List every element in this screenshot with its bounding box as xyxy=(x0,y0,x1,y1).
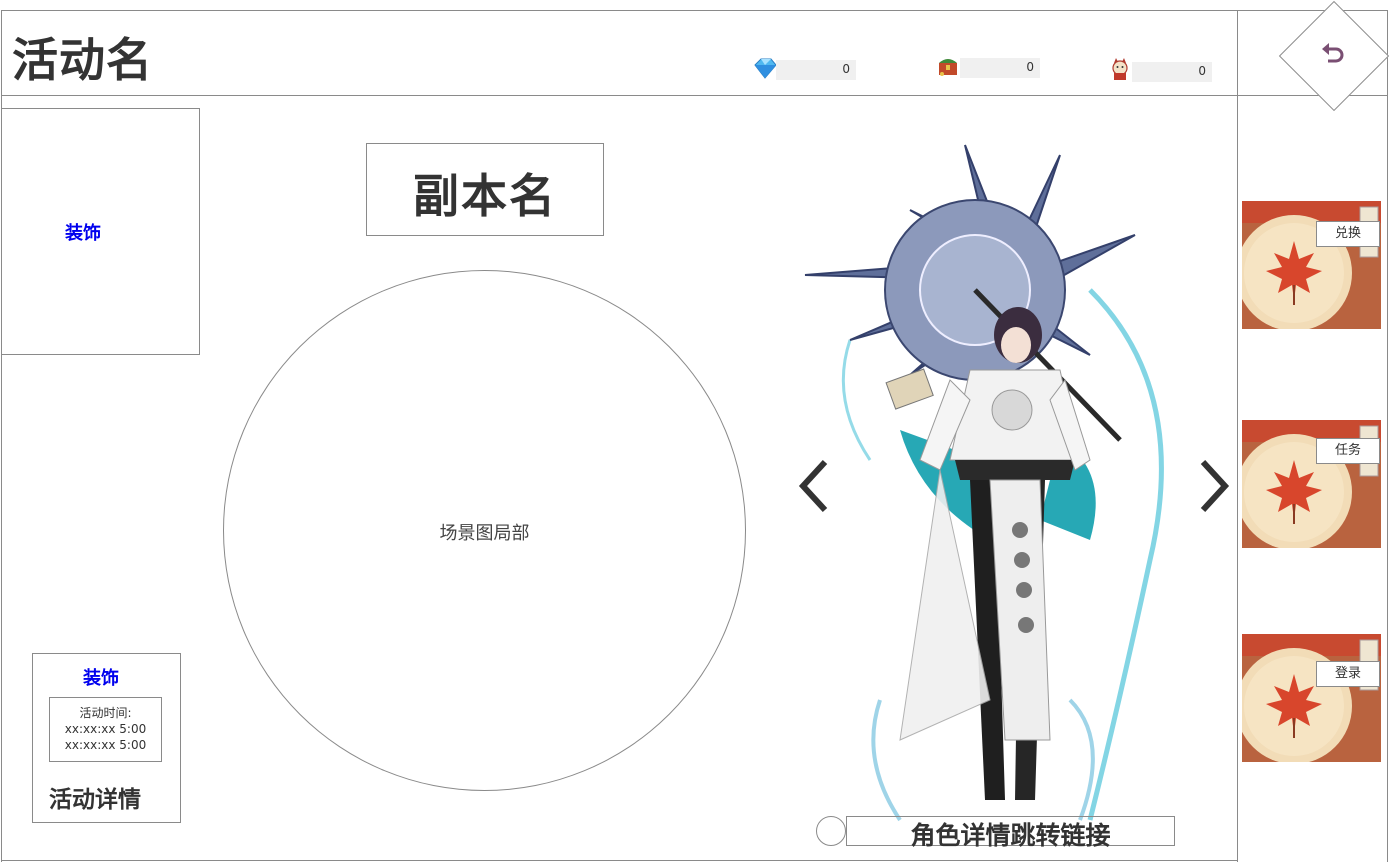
character-illustration xyxy=(804,144,1164,822)
character-detail-link-box[interactable]: 角色详情跳转链接 xyxy=(846,816,1175,850)
activity-time-end: xx:xx:xx 5:00 xyxy=(64,738,147,752)
frame-bottom-border xyxy=(1,860,1238,861)
decoration-label: 装饰 xyxy=(65,223,101,244)
side-button-label: 任务 xyxy=(1316,438,1380,464)
exchange-button[interactable]: 兑换 xyxy=(1242,201,1381,329)
header-bar xyxy=(1,10,1238,96)
side-button-label: 兑换 xyxy=(1316,221,1380,247)
side-button-label: 登录 xyxy=(1316,661,1380,687)
scene-label: 场景图局部 xyxy=(439,523,530,544)
currency-bar: 0 xyxy=(960,58,1040,78)
activity-title: 活动名 xyxy=(12,33,153,87)
activity-time-start: xx:xx:xx 5:00 xyxy=(64,722,147,736)
currency-value: 0 xyxy=(1026,60,1034,74)
treasure-chest-icon xyxy=(939,59,957,76)
return-arrow-icon[interactable] xyxy=(1318,40,1348,70)
tasks-button[interactable]: 任务 xyxy=(1242,420,1381,548)
currency-value: 0 xyxy=(842,62,850,76)
currency-bar: 0 xyxy=(776,60,856,80)
character-radio[interactable] xyxy=(816,816,846,846)
scene-image-circle[interactable]: 场景图局部 xyxy=(223,270,746,791)
decoration-label: 装饰 xyxy=(83,668,119,689)
activity-detail-panel: 装饰 活动时间: xx:xx:xx 5:00 xx:xx:xx 5:00 活动详… xyxy=(32,653,181,823)
activity-time-box: 活动时间: xx:xx:xx 5:00 xx:xx:xx 5:00 xyxy=(49,697,162,762)
dungeon-name-box: 副本名 xyxy=(366,143,604,236)
currency-value: 0 xyxy=(1198,64,1206,78)
login-button[interactable]: 登录 xyxy=(1242,634,1381,762)
dungeon-name: 副本名 xyxy=(413,169,557,223)
currency-bar: 0 xyxy=(1132,62,1212,82)
maple-leaf-icon xyxy=(1242,634,1381,762)
decoration-panel: 装饰 xyxy=(1,108,200,355)
lucky-cat-icon xyxy=(1112,58,1128,80)
chevron-left-icon[interactable] xyxy=(795,458,835,514)
chevron-right-icon[interactable] xyxy=(1193,458,1233,514)
activity-time-label: 活动时间: xyxy=(79,706,132,720)
diamond-icon xyxy=(754,58,777,79)
character-detail-link[interactable]: 角色详情跳转链接 xyxy=(847,816,1174,852)
activity-detail-link[interactable]: 活动详情 xyxy=(49,780,141,814)
